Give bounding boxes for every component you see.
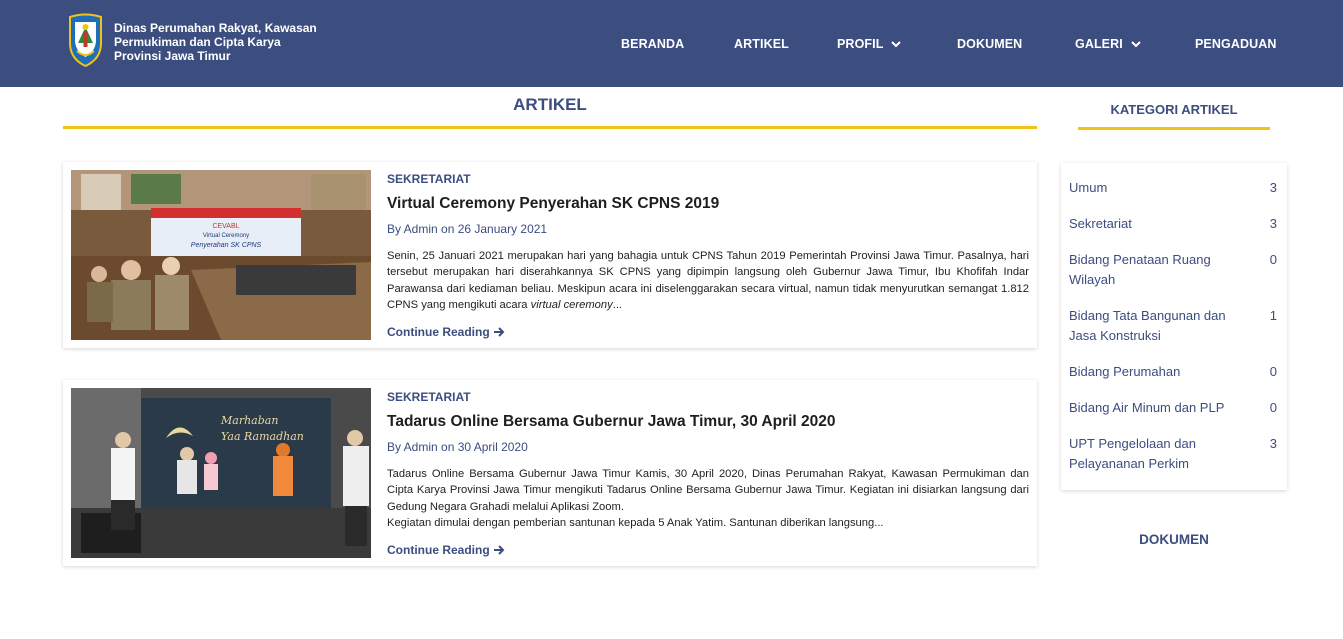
- article-thumbnail[interactable]: CEVABL Virtual Ceremony Penyerahan SK CP…: [71, 170, 371, 340]
- arrow-right-icon: [493, 327, 505, 337]
- category-name: Sekretariat: [1069, 216, 1132, 231]
- category-name: Bidang Perumahan: [1069, 364, 1181, 379]
- category-item-upt-perkim[interactable]: UPT Pengelolaan dan Pelayananan Perkim 3: [1069, 434, 1279, 474]
- category-count: 1: [1269, 308, 1277, 323]
- article-meta: By Admin on 26 January 2021: [387, 222, 548, 236]
- article-thumbnail[interactable]: Marhaban Yaa Ramadhan: [71, 388, 371, 558]
- category-item-perumahan[interactable]: Bidang Perumahan 0: [1069, 362, 1279, 382]
- nav-beranda-label: BERANDA: [621, 37, 685, 51]
- category-name: Bidang Air Minum dan PLP: [1069, 400, 1225, 415]
- nav-artikel-label: ARTIKEL: [734, 37, 789, 51]
- article-excerpt: Senin, 25 Januari 2021 merupakan hari ya…: [387, 248, 1029, 314]
- nav-dokumen-label: DOKUMEN: [957, 37, 1023, 51]
- brand-line-2: Permukiman dan Cipta Karya: [114, 35, 281, 49]
- continue-reading-link[interactable]: Continue Reading: [387, 543, 505, 557]
- category-item-tata-bangunan[interactable]: Bidang Tata Bangunan dan Jasa Konstruksi…: [1069, 306, 1279, 346]
- article-meta: By Admin on 30 April 2020: [387, 440, 528, 454]
- sidebar-title-underline: [1078, 127, 1270, 130]
- article-title[interactable]: Virtual Ceremony Penyerahan SK CPNS 2019: [387, 195, 719, 213]
- site-brand[interactable]: Dinas Perumahan Rakyat, Kawasan Permukim…: [114, 21, 334, 63]
- category-count: 0: [1269, 400, 1277, 415]
- nav-profil[interactable]: PROFIL: [837, 37, 903, 51]
- nav-pengaduan-label: PENGADUAN: [1195, 37, 1277, 51]
- top-navbar: Dinas Perumahan Rakyat, Kawasan Permukim…: [0, 0, 1343, 87]
- category-name: Umum: [1069, 180, 1108, 195]
- nav-beranda[interactable]: BERANDA: [621, 37, 684, 51]
- nav-dokumen[interactable]: DOKUMEN: [957, 37, 1022, 51]
- article-excerpt: Tadarus Online Bersama Gubernur Jawa Tim…: [387, 466, 1029, 532]
- excerpt-ellipsis: ...: [612, 299, 623, 312]
- documents-section-title: DOKUMEN: [1139, 532, 1209, 547]
- category-item-sekretariat[interactable]: Sekretariat 3: [1069, 214, 1279, 234]
- category-count: 0: [1269, 364, 1277, 379]
- article-title[interactable]: Tadarus Online Bersama Gubernur Jawa Tim…: [387, 413, 836, 431]
- category-count: 0: [1269, 252, 1277, 267]
- banner-line-1: Marhaban: [220, 414, 278, 427]
- category-count: 3: [1269, 180, 1277, 195]
- category-count: 3: [1269, 216, 1277, 231]
- article-card: Marhaban Yaa Ramadhan SEKRETARIAT Tadaru…: [63, 380, 1037, 566]
- nav-artikel[interactable]: ARTIKEL: [734, 37, 789, 51]
- nav-galeri[interactable]: GALERI: [1075, 37, 1143, 51]
- continue-reading-label: Continue Reading: [387, 543, 490, 557]
- banner-line-2: Yaa Ramadhan: [221, 430, 304, 443]
- chevron-down-icon: [891, 41, 902, 48]
- nav-galeri-label: GALERI: [1075, 37, 1123, 51]
- excerpt-paragraph-1: Tadarus Online Bersama Gubernur Jawa Tim…: [387, 468, 1029, 513]
- excerpt-text: Senin, 25 Januari 2021 merupakan hari ya…: [387, 250, 1029, 312]
- article-card: CEVABL Virtual Ceremony Penyerahan SK CP…: [63, 162, 1037, 348]
- nav-profil-label: PROFIL: [837, 37, 884, 51]
- category-count: 3: [1269, 436, 1277, 451]
- brand-line-1: Dinas Perumahan Rakyat, Kawasan: [114, 21, 317, 35]
- sidebar-title: KATEGORI ARTIKEL: [1110, 102, 1238, 117]
- article-category[interactable]: SEKRETARIAT: [387, 172, 471, 186]
- excerpt-emphasis: virtual ceremony: [530, 299, 613, 312]
- arrow-right-icon: [493, 545, 505, 555]
- category-list: Umum 3 Sekretariat 3 Bidang Penataan Rua…: [1061, 163, 1287, 490]
- continue-reading-link[interactable]: Continue Reading: [387, 325, 505, 339]
- east-java-emblem-logo[interactable]: [67, 13, 104, 67]
- category-item-air-minum[interactable]: Bidang Air Minum dan PLP 0: [1069, 398, 1279, 418]
- category-name: UPT Pengelolaan dan Pelayananan Perkim: [1069, 436, 1196, 471]
- banner-brand: CEVABL: [212, 223, 239, 230]
- category-item-umum[interactable]: Umum 3: [1069, 178, 1279, 198]
- page-title: ARTIKEL: [513, 95, 587, 114]
- category-name: Bidang Penataan Ruang Wilayah: [1069, 252, 1211, 287]
- chevron-down-icon: [1131, 41, 1141, 48]
- title-underline: [63, 126, 1037, 129]
- category-item-penataan-ruang[interactable]: Bidang Penataan Ruang Wilayah 0: [1069, 250, 1279, 290]
- excerpt-paragraph-2: Kegiatan dimulai dengan pemberian santun…: [387, 517, 884, 530]
- category-name: Bidang Tata Bangunan dan Jasa Konstruksi: [1069, 308, 1226, 343]
- continue-reading-label: Continue Reading: [387, 325, 490, 339]
- brand-line-3: Provinsi Jawa Timur: [114, 49, 231, 63]
- banner-line-2: Penyerahan SK CPNS: [191, 242, 262, 249]
- nav-pengaduan[interactable]: PENGADUAN: [1195, 37, 1276, 51]
- article-category[interactable]: SEKRETARIAT: [387, 390, 471, 404]
- banner-line-1: Virtual Ceremony: [203, 233, 249, 239]
